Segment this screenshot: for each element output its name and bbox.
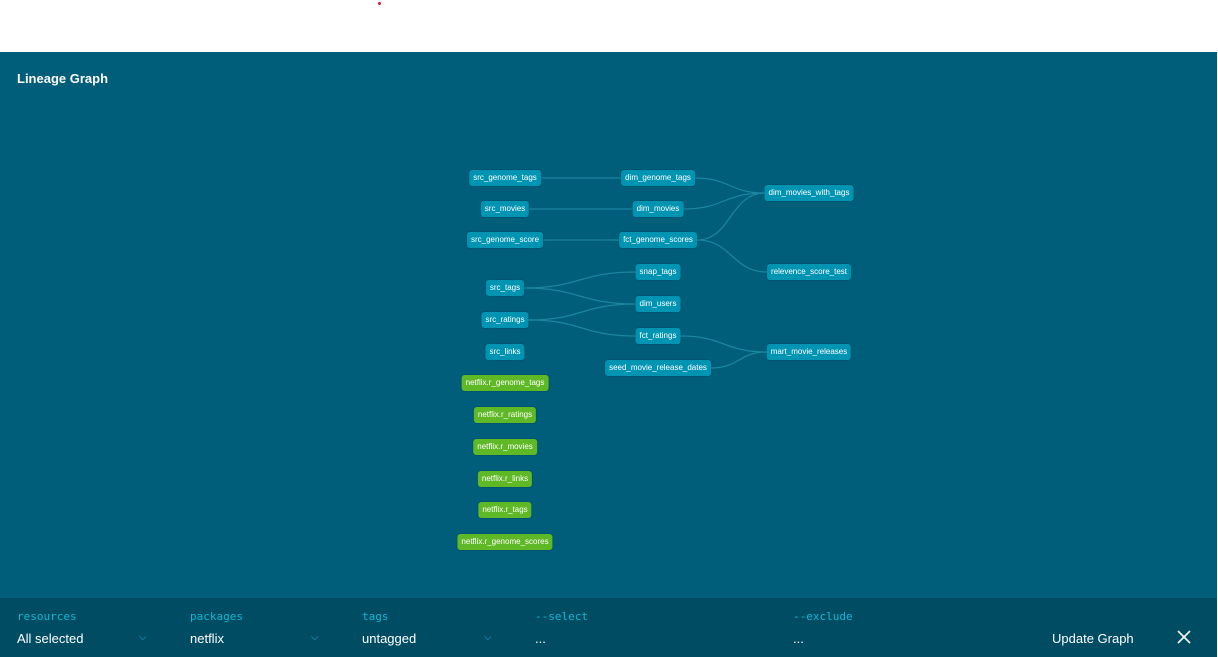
graph-node[interactable]: netflix.r_tags: [478, 502, 532, 518]
edges-layer: [523, 177, 768, 369]
select-input[interactable]: ...: [535, 631, 546, 646]
graph-edge: [696, 192, 765, 241]
graph-edge: [528, 319, 636, 337]
graph-title: Lineage Graph: [17, 71, 109, 86]
graph-node[interactable]: fct_ratings: [635, 328, 681, 344]
graph-edge: [694, 177, 765, 194]
graph-node[interactable]: dim_users: [635, 296, 681, 312]
chevron-down-icon[interactable]: ⌵: [139, 632, 147, 643]
graph-node[interactable]: src_genome_score: [466, 232, 544, 248]
notification-dot: [378, 2, 381, 5]
packages-label: packages: [190, 610, 243, 623]
chevron-down-icon[interactable]: ⌵: [484, 632, 492, 643]
graph-node[interactable]: relevence_score_test: [766, 264, 852, 280]
close-icon[interactable]: [1176, 629, 1192, 645]
graph-edge: [710, 351, 768, 369]
tags-dropdown[interactable]: untagged: [362, 631, 416, 646]
graph-node[interactable]: src_genome_tags: [469, 170, 541, 186]
top-bar: [0, 0, 1218, 52]
graph-node[interactable]: snap_tags: [635, 264, 681, 280]
graph-node[interactable]: src_tags: [485, 280, 525, 296]
graph-node[interactable]: src_links: [485, 344, 525, 360]
resources-dropdown[interactable]: All selected: [17, 631, 83, 646]
graph-edge: [680, 335, 768, 353]
graph-edge: [523, 271, 636, 289]
select-label: --select: [535, 610, 588, 623]
resources-label: resources: [17, 610, 77, 623]
graph-node[interactable]: netflix.r_links: [477, 471, 533, 487]
exclude-label: --exclude: [793, 610, 853, 623]
graph-controls-bar: resources All selected ⌵ packages netfli…: [0, 598, 1217, 657]
graph-node[interactable]: netflix.r_genome_scores: [457, 534, 553, 550]
graph-edge: [528, 303, 636, 321]
chevron-down-icon[interactable]: ⌵: [311, 632, 319, 643]
graph-node[interactable]: dim_movies: [632, 201, 684, 217]
graph-edge: [696, 239, 768, 273]
graph-edge: [523, 287, 636, 305]
tags-label: tags: [362, 610, 389, 623]
graph-node[interactable]: src_ratings: [481, 312, 529, 328]
lineage-graph-panel[interactable]: Lineage Graph src_genome_tags src_moviess…: [0, 52, 1217, 598]
graph-node[interactable]: dim_genome_tags: [621, 170, 695, 186]
packages-dropdown[interactable]: netflix: [190, 631, 224, 646]
graph-node[interactable]: seed_movie_release_dates: [605, 360, 711, 376]
graph-node[interactable]: mart_movie_releases: [766, 344, 852, 360]
update-graph-button[interactable]: Update Graph: [1052, 631, 1134, 646]
graph-node[interactable]: netflix.r_movies: [473, 439, 537, 455]
graph-node[interactable]: fct_genome_scores: [619, 232, 697, 248]
graph-node[interactable]: netflix.r_genome_tags: [461, 375, 549, 391]
graph-node[interactable]: dim_movies_with_tags: [764, 185, 854, 201]
graph-node[interactable]: netflix.r_ratings: [473, 407, 537, 423]
exclude-input[interactable]: ...: [793, 631, 804, 646]
graph-node[interactable]: src_movies: [480, 201, 530, 217]
